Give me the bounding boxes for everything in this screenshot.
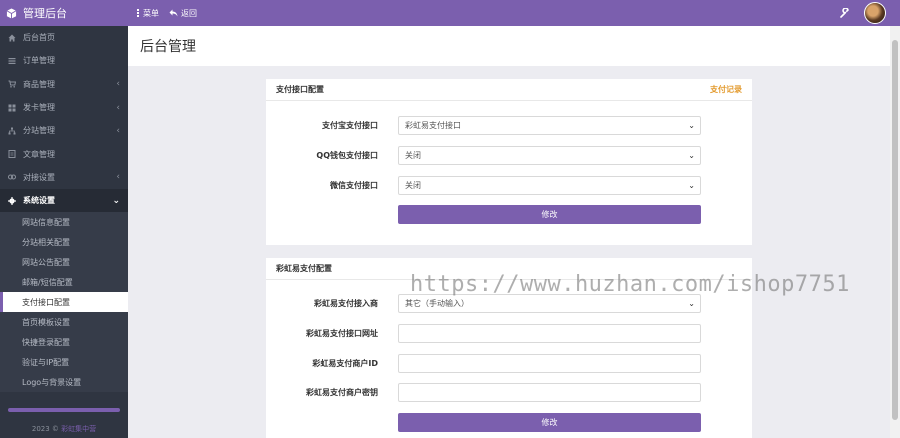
sidebar: 后台首页 订单管理 商品管理 ‹ 发卡管理 ‹ 分站管理 ‹ 文章管理 对接设置 [0, 26, 128, 438]
reply-icon [169, 9, 178, 17]
select-value: 关闭 [405, 181, 421, 190]
chevron-down-icon: ⌄ [688, 181, 695, 190]
submenu-item-mail-sms[interactable]: 邮箱/短信配置 [0, 272, 128, 292]
submenu-item-quick-login[interactable]: 快捷登录配置 [0, 332, 128, 352]
submenu-item-announcement[interactable]: 网站公告配置 [0, 252, 128, 272]
sidebar-item-label: 后台首页 [23, 33, 55, 43]
page-scrollbar[interactable] [890, 26, 900, 438]
menu-icon [137, 9, 139, 17]
sidebar-item-label: 订单管理 [23, 56, 55, 66]
sidebar-submenu-system: 网站信息配置 分站相关配置 网站公告配置 邮箱/短信配置 支付接口配置 首页模板… [0, 212, 128, 393]
gear-icon [8, 196, 16, 205]
panel-title: 彩虹易支付配置 [276, 264, 332, 273]
page-title: 后台管理 [140, 39, 196, 55]
sidebar-item-orders[interactable]: 订单管理 [0, 49, 128, 72]
sidebar-footer: 2023 © 彩虹集中营 [0, 408, 128, 438]
footer-year: 2023 © [31, 425, 59, 433]
sidebar-item-label: 分站管理 [23, 126, 55, 136]
chevron-left-icon: ‹ [116, 125, 120, 136]
submenu-item-payment-config[interactable]: 支付接口配置 [0, 292, 128, 313]
sidebar-item-substations[interactable]: 分站管理 ‹ [0, 119, 128, 142]
epay-key-input[interactable] [398, 383, 701, 402]
submenu-item-template[interactable]: 首页模板设置 [0, 312, 128, 332]
epay-url-label: 彩虹易支付接口网址 [306, 329, 378, 338]
chevron-left-icon: ‹ [116, 172, 120, 183]
form-row: QQ钱包支付接口 关闭 ⌄ [266, 146, 752, 165]
panel-header: 支付接口配置 支付记录 [266, 79, 752, 101]
sidebar-menu: 后台首页 订单管理 商品管理 ‹ 发卡管理 ‹ 分站管理 ‹ 文章管理 对接设置 [0, 26, 128, 213]
footer-link[interactable]: 彩虹集中营 [61, 425, 96, 433]
sidebar-item-label: 对接设置 [23, 172, 55, 182]
back-label: 返回 [181, 8, 197, 18]
wrench-icon[interactable] [840, 8, 850, 18]
sidebar-item-label: 文章管理 [23, 149, 55, 159]
sidebar-item-label: 发卡管理 [23, 103, 55, 113]
sidebar-item-articles[interactable]: 文章管理 [0, 142, 128, 165]
form-row: 彩虹易支付商户密钥 [266, 383, 752, 402]
page-header: 后台管理 [128, 26, 890, 66]
epay-pid-label: 彩虹易支付商户ID [312, 359, 378, 368]
alipay-label: 支付宝支付接口 [322, 121, 378, 130]
form-row: 微信支付接口 关闭 ⌄ [266, 176, 752, 195]
submenu-item-verify-ip[interactable]: 验证与IP配置 [0, 352, 128, 372]
list-icon [8, 57, 16, 64]
chevron-left-icon: ‹ [116, 79, 120, 90]
menu-toggle-button[interactable]: 菜单 [136, 8, 159, 19]
menu-label: 菜单 [143, 8, 159, 18]
submenu-item-site-info[interactable]: 网站信息配置 [0, 212, 128, 232]
panel-title: 支付接口配置 [276, 85, 324, 94]
brand-title: 管理后台 [23, 7, 67, 20]
brand[interactable]: 管理后台 [0, 0, 128, 26]
alipay-select[interactable]: 彩虹易支付接口 ⌄ [398, 116, 701, 135]
sidebar-item-label: 商品管理 [23, 79, 55, 89]
pay-config-panel: 支付接口配置 支付记录 支付宝支付接口 彩虹易支付接口 ⌄ QQ钱包支付接口 关… [266, 79, 752, 245]
epay-pid-input[interactable] [398, 354, 701, 373]
chevron-left-icon: ‹ [116, 102, 120, 113]
cart-icon [8, 80, 16, 88]
top-bar: 管理后台 菜单 返回 [0, 0, 900, 26]
pay-config-submit-button[interactable]: 修改 [398, 205, 701, 224]
select-value: 其它（手动输入） [405, 299, 469, 308]
submenu-item-substation-config[interactable]: 分站相关配置 [0, 232, 128, 252]
sidebar-item-system[interactable]: 系统设置 ⌄ [0, 189, 128, 213]
chevron-down-icon: ⌄ [688, 299, 695, 308]
grid-icon [8, 104, 16, 112]
back-button[interactable]: 返回 [169, 8, 197, 19]
sidebar-scrollbar[interactable] [8, 408, 120, 412]
sidebar-item-label: 系统设置 [23, 196, 55, 206]
wechat-pay-select[interactable]: 关闭 ⌄ [398, 176, 701, 195]
user-avatar[interactable] [864, 2, 886, 24]
submenu-item-logo-bg[interactable]: Logo与背景设置 [0, 372, 128, 392]
select-value: 关闭 [405, 151, 421, 160]
sidebar-item-docking[interactable]: 对接设置 ‹ [0, 166, 128, 189]
sidebar-item-cards[interactable]: 发卡管理 ‹ [0, 96, 128, 119]
epay-url-input[interactable] [398, 324, 701, 343]
epay-key-label: 彩虹易支付商户密钥 [306, 388, 378, 397]
sidebar-item-products[interactable]: 商品管理 ‹ [0, 73, 128, 96]
select-value: 彩虹易支付接口 [405, 121, 461, 130]
doc-icon [8, 150, 16, 159]
chevron-down-icon: ⌄ [688, 121, 695, 130]
pay-records-link[interactable]: 支付记录 [710, 84, 742, 95]
form-row: 彩虹易支付商户ID [266, 354, 752, 373]
link-icon [8, 174, 16, 180]
scrollbar-thumb[interactable] [892, 40, 898, 420]
home-icon [8, 34, 16, 42]
chevron-down-icon: ⌄ [688, 151, 695, 160]
epay-provider-label: 彩虹易支付接入商 [314, 299, 378, 308]
chevron-down-icon: ⌄ [112, 195, 120, 206]
watermark-text: https://www.huzhan.com/ishop7751 [410, 272, 850, 297]
qq-pay-label: QQ钱包支付接口 [316, 151, 378, 160]
form-row: 彩虹易支付接口网址 [266, 324, 752, 343]
sidebar-item-home[interactable]: 后台首页 [0, 26, 128, 49]
form-row: 支付宝支付接口 彩虹易支付接口 ⌄ [266, 116, 752, 135]
cube-icon [6, 7, 17, 19]
wechat-pay-label: 微信支付接口 [330, 181, 378, 190]
qq-pay-select[interactable]: 关闭 ⌄ [398, 146, 701, 165]
epay-config-submit-button[interactable]: 修改 [398, 413, 701, 432]
sitemap-icon [8, 127, 16, 135]
